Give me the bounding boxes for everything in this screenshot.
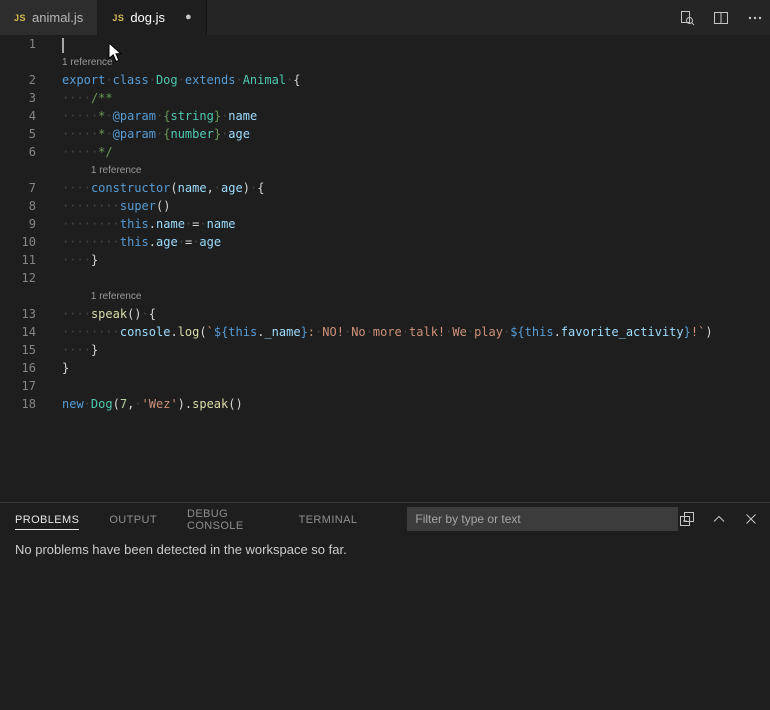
line-number[interactable]: 2 <box>0 71 62 89</box>
line-number[interactable]: 4 <box>0 107 62 125</box>
code-line[interactable]: ········this.name·=·name <box>62 215 236 233</box>
line-number[interactable]: 12 <box>0 269 62 287</box>
code-line[interactable]: ·····*·@param·{string}·name <box>62 107 257 125</box>
editor-tabs: JS animal.js JS dog.js ● <box>0 0 207 35</box>
bottom-panel: PROBLEMS OUTPUT DEBUG CONSOLE TERMINAL <box>0 502 770 710</box>
code-editor[interactable]: 11 reference2export·class·Dog·extends·An… <box>0 35 770 502</box>
panel-tab-debug-console[interactable]: DEBUG CONSOLE <box>187 503 269 535</box>
code-line[interactable]: } <box>62 359 69 377</box>
code-line[interactable]: ·····*/ <box>62 143 113 161</box>
editor-tab-animal-js[interactable]: JS animal.js <box>0 0 98 35</box>
modified-dot-icon[interactable]: ● <box>185 12 192 23</box>
code-line[interactable] <box>62 35 64 53</box>
line-number[interactable]: 15 <box>0 341 62 359</box>
codelens-reference[interactable]: 1 reference <box>62 287 141 305</box>
panel-tab-terminal[interactable]: TERMINAL <box>299 509 358 529</box>
line-number[interactable]: 14 <box>0 323 62 341</box>
code-line[interactable]: ····} <box>62 251 98 269</box>
code-lines: 11 reference2export·class·Dog·extends·An… <box>0 35 770 413</box>
maximize-panel-chevron-up-icon[interactable] <box>710 510 728 528</box>
code-line[interactable]: ····/** <box>62 89 113 107</box>
js-file-icon: JS <box>14 13 26 23</box>
gutter <box>0 161 62 179</box>
code-line[interactable]: new·Dog(7,·'Wez').speak() <box>62 395 243 413</box>
line-number[interactable]: 10 <box>0 233 62 251</box>
split-editor-icon[interactable] <box>712 9 730 27</box>
code-line[interactable]: ········console.log(`${this._name}:·NO!·… <box>62 323 713 341</box>
gutter <box>0 287 62 305</box>
line-number[interactable]: 16 <box>0 359 62 377</box>
js-file-icon: JS <box>112 13 124 23</box>
editor-tab-dog-js[interactable]: JS dog.js ● <box>98 0 206 35</box>
codelens-reference[interactable]: 1 reference <box>62 161 141 179</box>
code-line[interactable]: ····constructor(name,·age)·{ <box>62 179 264 197</box>
line-number[interactable]: 9 <box>0 215 62 233</box>
code-line[interactable]: ·····*·@param·{number}·age <box>62 125 250 143</box>
text-cursor <box>62 38 64 53</box>
code-line[interactable]: ········this.age·=·age <box>62 233 221 251</box>
code-line[interactable]: export·class·Dog·extends·Animal·{ <box>62 71 301 89</box>
code-line[interactable]: ····speak()·{ <box>62 305 156 323</box>
panel-tab-problems[interactable]: PROBLEMS <box>15 509 79 530</box>
panel-tab-output[interactable]: OUTPUT <box>109 509 157 529</box>
line-number[interactable]: 7 <box>0 179 62 197</box>
line-number[interactable]: 11 <box>0 251 62 269</box>
line-number[interactable]: 17 <box>0 377 62 395</box>
line-number[interactable]: 6 <box>0 143 62 161</box>
line-number[interactable]: 1 <box>0 35 62 53</box>
line-number[interactable]: 18 <box>0 395 62 413</box>
line-number[interactable]: 13 <box>0 305 62 323</box>
line-number[interactable]: 5 <box>0 125 62 143</box>
close-panel-icon[interactable] <box>742 510 760 528</box>
panel-header: PROBLEMS OUTPUT DEBUG CONSOLE TERMINAL <box>0 503 770 535</box>
line-number[interactable]: 3 <box>0 89 62 107</box>
collapse-all-icon[interactable] <box>678 510 696 528</box>
problems-filter-input[interactable] <box>407 507 678 531</box>
panel-tabs: PROBLEMS OUTPUT DEBUG CONSOLE TERMINAL <box>15 503 387 535</box>
line-number[interactable]: 8 <box>0 197 62 215</box>
gutter <box>0 53 62 71</box>
tab-label: animal.js <box>32 10 83 25</box>
problems-message: No problems have been detected in the wo… <box>0 535 770 557</box>
code-line[interactable]: ····} <box>62 341 98 359</box>
code-line[interactable]: ········super() <box>62 197 170 215</box>
editor-tab-bar: JS animal.js JS dog.js ● <box>0 0 770 35</box>
tab-label: dog.js <box>130 10 165 25</box>
codelens-reference[interactable]: 1 reference <box>62 53 113 71</box>
editor-actions <box>678 0 770 35</box>
open-preview-icon[interactable] <box>678 9 696 27</box>
more-actions-icon[interactable] <box>746 9 764 27</box>
panel-actions <box>678 510 770 528</box>
